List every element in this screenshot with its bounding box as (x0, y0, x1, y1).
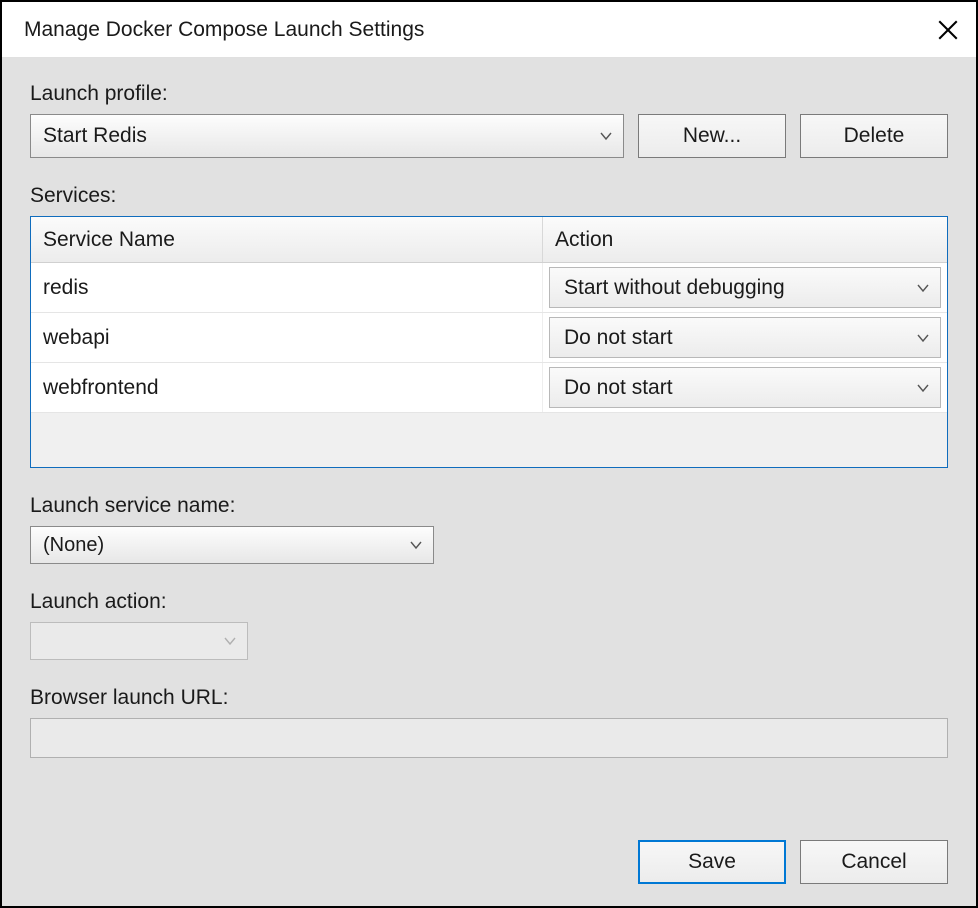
save-button-label: Save (688, 850, 736, 874)
dialog-window: Manage Docker Compose Launch Settings La… (0, 0, 978, 908)
cancel-button[interactable]: Cancel (800, 840, 948, 884)
service-action-value: Do not start (564, 326, 673, 350)
chevron-down-icon (916, 283, 930, 293)
launch-profile-dropdown[interactable]: Start Redis (30, 114, 624, 158)
delete-button-label: Delete (844, 124, 905, 148)
launch-action-dropdown[interactable] (30, 622, 248, 660)
chevron-down-icon (223, 636, 237, 646)
column-service-name[interactable]: Service Name (31, 217, 543, 262)
service-name-cell[interactable]: redis (31, 263, 543, 312)
table-row: webfrontend Do not start (31, 363, 947, 413)
table-row: redis Start without debugging (31, 263, 947, 313)
service-action-value: Do not start (564, 376, 673, 400)
browser-launch-url-label: Browser launch URL: (30, 686, 948, 710)
table-row: webapi Do not start (31, 313, 947, 363)
chevron-down-icon (409, 540, 423, 550)
chevron-down-icon (916, 333, 930, 343)
launch-profile-value: Start Redis (43, 124, 147, 148)
new-button-label: New... (683, 124, 741, 148)
titlebar: Manage Docker Compose Launch Settings (2, 2, 976, 58)
launch-service-name-value: (None) (43, 534, 104, 557)
services-empty-area (31, 413, 947, 467)
close-icon[interactable] (934, 16, 962, 44)
launch-service-name-dropdown[interactable]: (None) (30, 526, 434, 564)
service-action-value: Start without debugging (564, 276, 785, 300)
service-name-cell[interactable]: webfrontend (31, 363, 543, 412)
dialog-footer: Save Cancel (30, 840, 948, 884)
column-action[interactable]: Action (543, 217, 947, 262)
services-header: Service Name Action (31, 217, 947, 263)
service-action-dropdown[interactable]: Do not start (549, 367, 941, 408)
services-label: Services: (30, 184, 948, 208)
service-action-dropdown[interactable]: Do not start (549, 317, 941, 358)
new-button[interactable]: New... (638, 114, 786, 158)
cancel-button-label: Cancel (841, 850, 906, 874)
delete-button[interactable]: Delete (800, 114, 948, 158)
window-title: Manage Docker Compose Launch Settings (24, 18, 934, 42)
service-action-dropdown[interactable]: Start without debugging (549, 267, 941, 308)
dialog-content: Launch profile: Start Redis New... Delet… (2, 58, 976, 906)
save-button[interactable]: Save (638, 840, 786, 884)
browser-launch-url-input[interactable] (30, 718, 948, 758)
launch-profile-label: Launch profile: (30, 82, 948, 106)
launch-action-label: Launch action: (30, 590, 948, 614)
services-grid: Service Name Action redis Start without … (30, 216, 948, 468)
service-name-cell[interactable]: webapi (31, 313, 543, 362)
chevron-down-icon (599, 131, 613, 141)
launch-service-name-label: Launch service name: (30, 494, 948, 518)
chevron-down-icon (916, 383, 930, 393)
